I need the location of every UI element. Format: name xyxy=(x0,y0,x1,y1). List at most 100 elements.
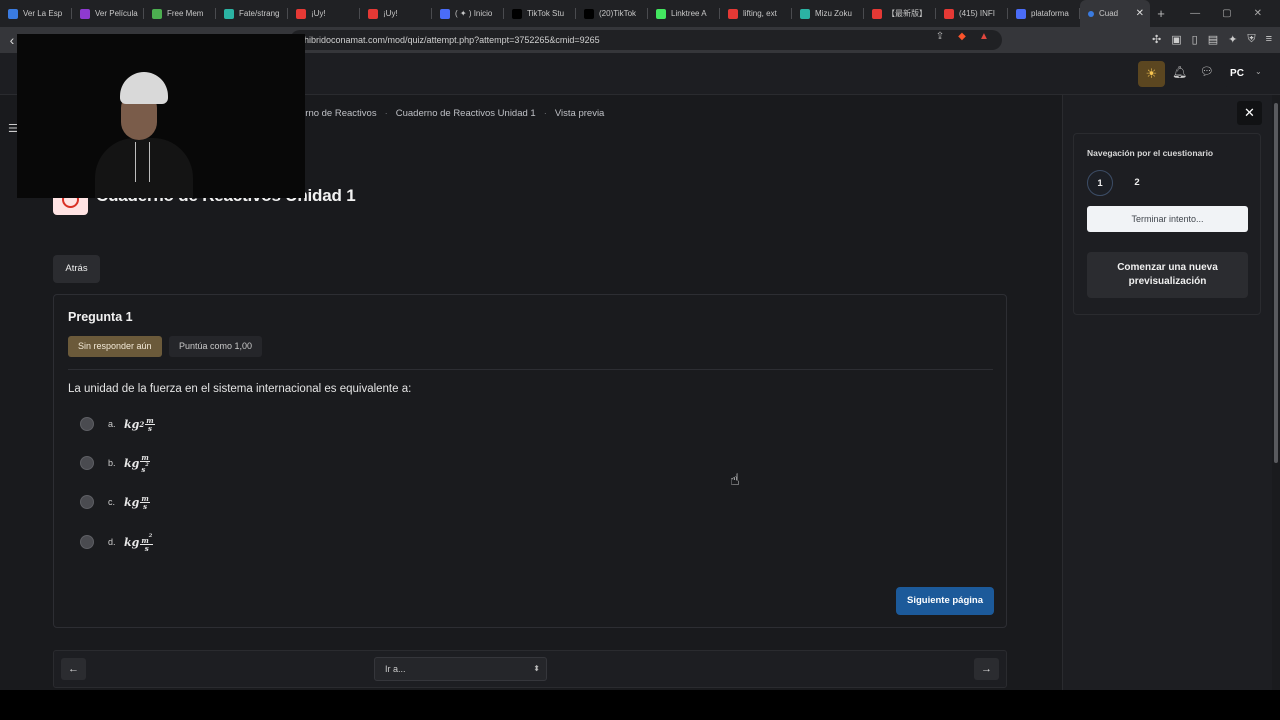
finish-attempt-button[interactable]: Terminar intento... xyxy=(1087,206,1248,232)
back-button[interactable]: Atrás xyxy=(53,255,100,283)
answer-option-a[interactable]: a. kg 2 m s xyxy=(80,414,155,434)
fraction-numerator: m2 xyxy=(140,532,154,545)
browser-tab-label: Ver Película xyxy=(95,9,138,18)
browser-tab[interactable]: plataforma xyxy=(1008,0,1080,27)
browser-tab[interactable]: Fate/strang xyxy=(216,0,288,27)
vpn-icon[interactable]: ⛨ xyxy=(1247,33,1255,46)
browser-tab[interactable]: ¡Uy! xyxy=(288,0,360,27)
browser-tab-active[interactable]: Cuad ✕ xyxy=(1080,0,1150,27)
new-tab-button[interactable]: + xyxy=(1150,6,1172,21)
browser-tab[interactable]: (20)TikTok xyxy=(576,0,648,27)
fraction-denominator: s2 xyxy=(141,462,148,473)
next-page-button[interactable]: Siguiente página xyxy=(896,587,994,615)
question-card: Pregunta 1 Sin responder aún Puntúa como… xyxy=(53,294,1007,628)
question-title: Pregunta 1 xyxy=(68,310,133,324)
browser-tab-label: 【最新版】 xyxy=(887,9,927,18)
browser-tab[interactable]: TikTok Stu xyxy=(504,0,576,27)
breadcrumb-separator: · xyxy=(543,108,547,119)
browser-tab[interactable]: Ver La Esp xyxy=(0,0,72,27)
option-letter: b. xyxy=(108,458,116,468)
close-tab-icon[interactable]: ✕ xyxy=(1136,8,1144,19)
browser-tab-label: ¡Uy! xyxy=(383,9,398,18)
question-nav-button-2[interactable]: 2 xyxy=(1124,170,1150,196)
answer-option-d[interactable]: d. kg m2 s xyxy=(80,532,154,552)
breadcrumb-item[interactable]: Cuaderno de Reactivos Unidad 1 xyxy=(396,108,536,119)
bell-icon[interactable]: 🔔︎ xyxy=(1172,65,1187,79)
webcam-hoodie-string xyxy=(149,142,150,182)
media-icon[interactable]: ▣ xyxy=(1171,33,1181,46)
moodle-favicon-icon xyxy=(1088,10,1094,17)
browser-tab-label: Free Mem xyxy=(167,9,204,18)
close-icon[interactable]: ✕ xyxy=(1237,101,1262,125)
new-preview-button[interactable]: Comenzar una nueva previsualización xyxy=(1087,252,1248,298)
numerator-exponent: 2 xyxy=(148,532,153,539)
jump-to-select[interactable]: Ir a... ⬍ xyxy=(374,657,547,681)
formula-fraction: m s xyxy=(140,495,150,511)
browser-tab[interactable]: (415) INFI xyxy=(936,0,1008,27)
radio-button[interactable] xyxy=(80,535,94,549)
brave-rewards-icon[interactable]: ▲ xyxy=(978,31,990,43)
minimize-button[interactable]: — xyxy=(1190,8,1200,19)
app-window: Ver La Esp Ver Película Free Mem Fate/stran… xyxy=(0,0,1280,720)
status-badge: Sin responder aún xyxy=(68,336,162,357)
browser-tab[interactable]: Mizu Zoku xyxy=(792,0,864,27)
sidebar-icon[interactable]: ▯ xyxy=(1192,33,1198,46)
fraction-denominator: s xyxy=(143,501,148,511)
formula-base: kg xyxy=(124,417,140,431)
browser-tab[interactable]: ¡Uy! xyxy=(360,0,432,27)
breadcrumb-item[interactable]: erno de Reactivos xyxy=(300,108,377,119)
radio-button[interactable] xyxy=(80,456,94,470)
formula-fraction: m s xyxy=(145,417,155,432)
tab-favicon-icon xyxy=(8,8,18,19)
formula-base: kg xyxy=(124,495,140,509)
tab-favicon-icon xyxy=(80,8,90,19)
browser-tab[interactable]: Ver Película xyxy=(72,0,144,27)
webcam-person-cap xyxy=(120,72,168,104)
radio-button[interactable] xyxy=(80,417,94,431)
brave-shield-icon[interactable]: ◆ xyxy=(956,31,968,43)
webcam-hoodie-string xyxy=(135,142,136,182)
close-window-button[interactable]: ✕ xyxy=(1254,8,1262,19)
browser-tab-label: Mizu Zoku xyxy=(815,9,852,18)
divider xyxy=(68,369,993,370)
answer-option-b[interactable]: b. kg m s2 xyxy=(80,453,150,473)
breadcrumb-item[interactable]: Vista previa xyxy=(555,108,604,119)
formula-fraction: m2 s xyxy=(140,532,154,552)
browser-tab[interactable]: 【最新版】 xyxy=(864,0,936,27)
address-bar[interactable]: hibridoconamat.com/mod/quiz/attempt.php?… xyxy=(290,30,1002,50)
grade-badge: Puntúa como 1,00 xyxy=(169,336,263,357)
chevron-down-icon[interactable]: ⌄ xyxy=(1255,67,1262,76)
browser-tab[interactable]: Free Mem xyxy=(144,0,216,27)
scrollbar-thumb[interactable] xyxy=(1274,103,1278,463)
radio-button[interactable] xyxy=(80,495,94,509)
previous-activity-button[interactable]: ← xyxy=(61,658,86,680)
scrollbar[interactable] xyxy=(1272,95,1280,690)
browser-tab[interactable]: lifting, ext xyxy=(720,0,792,27)
sun-icon[interactable]: ☀ xyxy=(1138,61,1165,87)
question-nav-button-1[interactable]: 1 xyxy=(1087,170,1113,196)
browser-tab-label: TikTok Stu xyxy=(527,9,565,18)
browser-menu-icon[interactable]: ≡ xyxy=(1266,33,1272,46)
leo-ai-icon[interactable]: ✦ xyxy=(1228,33,1237,46)
maximize-button[interactable]: ▢ xyxy=(1222,8,1231,19)
chat-icon[interactable]: 💬︎ xyxy=(1200,65,1214,78)
option-formula: kg m2 s xyxy=(124,532,154,552)
next-activity-button[interactable]: → xyxy=(974,658,999,680)
extensions-icon[interactable]: ✣ xyxy=(1152,33,1161,46)
option-letter: d. xyxy=(108,537,116,547)
answer-option-c[interactable]: c. kg m s xyxy=(80,492,150,512)
activity-navigation: ← Ir a... ⬍ → xyxy=(53,650,1007,688)
browser-tab[interactable]: ( ✦ ) Inicio xyxy=(432,0,504,27)
window-controls: — ▢ ✕ xyxy=(1190,8,1280,19)
share-icon[interactable]: ⇪ xyxy=(934,31,946,43)
wallet-icon[interactable]: ▤ xyxy=(1208,33,1218,46)
avatar[interactable]: PC xyxy=(1224,61,1250,87)
tab-favicon-icon xyxy=(296,8,306,19)
browser-tab-label: Fate/strang xyxy=(239,9,280,18)
tab-favicon-icon xyxy=(440,8,450,19)
browser-tab[interactable]: Linktree A xyxy=(648,0,720,27)
tab-favicon-icon xyxy=(512,8,522,19)
denominator-exponent: 2 xyxy=(145,461,149,468)
browser-tab-label: Ver La Esp xyxy=(23,9,63,18)
tab-favicon-icon xyxy=(224,8,234,19)
